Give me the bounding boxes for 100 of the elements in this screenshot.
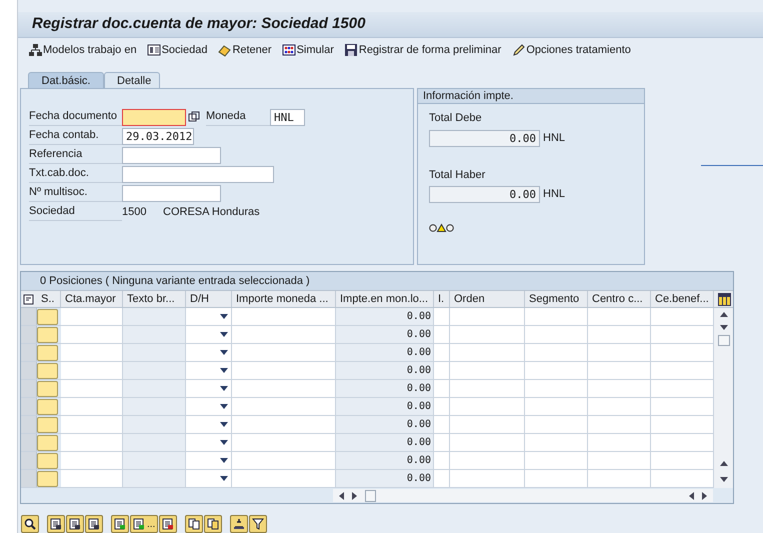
status-cell[interactable] <box>37 344 58 360</box>
status-cell[interactable] <box>37 434 58 450</box>
status-cell[interactable] <box>37 470 58 486</box>
column-header[interactable]: Orden <box>450 291 525 307</box>
table-cell[interactable] <box>588 416 651 433</box>
table-cell[interactable] <box>61 362 123 379</box>
input-field[interactable] <box>122 184 221 202</box>
dropdown-cell[interactable] <box>186 398 232 415</box>
table-cell[interactable] <box>61 344 123 361</box>
table-cell[interactable] <box>232 434 336 451</box>
table-cell[interactable] <box>61 308 123 325</box>
table-cell[interactable] <box>588 344 651 361</box>
table-cell[interactable] <box>450 398 525 415</box>
table-cell[interactable] <box>450 380 525 397</box>
toolbar-button[interactable]: Opciones tratamiento <box>511 42 631 58</box>
table-cell[interactable] <box>525 452 588 469</box>
table-cell[interactable] <box>232 380 336 397</box>
input-field[interactable]: 0.00 <box>429 186 540 203</box>
column-header[interactable]: I. <box>434 291 450 307</box>
table-cell[interactable] <box>651 470 714 487</box>
table-cell[interactable] <box>450 362 525 379</box>
table-cell[interactable] <box>588 398 651 415</box>
table-cell[interactable] <box>651 362 714 379</box>
toolbar-button[interactable]: Retener <box>217 42 272 58</box>
scroll-thumb[interactable] <box>365 490 376 502</box>
toolbar-button[interactable] <box>159 515 178 533</box>
table-cell[interactable] <box>434 452 450 469</box>
table-cell[interactable] <box>61 380 123 397</box>
scroll-up-icon[interactable] <box>720 461 728 466</box>
table-cell[interactable] <box>434 470 450 487</box>
input-field[interactable]: HNL <box>270 108 305 126</box>
column-header[interactable]: Segmento <box>525 291 588 307</box>
dropdown-cell[interactable] <box>186 380 232 397</box>
table-cell[interactable] <box>588 326 651 343</box>
scroll-left-icon[interactable] <box>339 492 344 500</box>
table-cell[interactable] <box>450 470 525 487</box>
column-header[interactable]: D/H <box>186 291 232 307</box>
table-cell[interactable] <box>651 308 714 325</box>
dropdown-cell[interactable] <box>186 434 232 451</box>
row-selector[interactable] <box>21 416 37 433</box>
toolbar-button[interactable] <box>47 515 65 533</box>
table-cell[interactable] <box>434 398 450 415</box>
table-cell[interactable] <box>651 416 714 433</box>
table-cell[interactable] <box>588 434 651 451</box>
row-selector[interactable] <box>21 362 37 379</box>
column-header[interactable]: Centro c... <box>588 291 651 307</box>
table-cell[interactable] <box>651 380 714 397</box>
status-cell[interactable] <box>37 362 58 378</box>
toolbar-button[interactable] <box>249 515 268 533</box>
table-cell[interactable] <box>450 344 525 361</box>
toolbar-button[interactable]: ... <box>130 515 158 533</box>
row-selector[interactable] <box>21 344 37 361</box>
table-cell[interactable] <box>588 380 651 397</box>
table-cell[interactable] <box>525 434 588 451</box>
table-cell[interactable] <box>525 470 588 487</box>
dropdown-cell[interactable] <box>186 470 232 487</box>
table-cell[interactable] <box>525 380 588 397</box>
table-cell[interactable] <box>450 416 525 433</box>
table-cell[interactable] <box>232 416 336 433</box>
scroll-right-icon[interactable] <box>702 492 707 500</box>
table-cell[interactable] <box>450 452 525 469</box>
row-selector[interactable] <box>21 398 37 415</box>
column-header[interactable]: Ce.benef... <box>651 291 714 307</box>
table-cell[interactable] <box>588 362 651 379</box>
row-selector[interactable] <box>21 326 37 343</box>
table-cell[interactable] <box>434 416 450 433</box>
row-selector[interactable] <box>21 452 37 469</box>
scroll-up-icon[interactable] <box>720 312 728 317</box>
table-cell[interactable] <box>651 326 714 343</box>
tab[interactable]: Dat.básic. <box>28 72 104 88</box>
status-cell[interactable] <box>37 452 58 468</box>
input-field[interactable] <box>122 146 221 164</box>
status-cell[interactable] <box>37 416 58 432</box>
status-cell[interactable] <box>37 398 58 414</box>
dropdown-cell[interactable] <box>186 308 232 325</box>
table-cell[interactable] <box>651 398 714 415</box>
table-cell[interactable] <box>232 470 336 487</box>
table-cell[interactable] <box>232 452 336 469</box>
status-cell[interactable] <box>37 308 58 324</box>
toolbar-button[interactable] <box>21 515 39 533</box>
table-cell[interactable] <box>588 470 651 487</box>
table-cell[interactable] <box>450 326 525 343</box>
table-cell[interactable] <box>588 452 651 469</box>
toolbar-button[interactable] <box>204 515 222 533</box>
tab[interactable]: Detalle <box>104 72 160 88</box>
status-cell[interactable] <box>37 326 58 342</box>
toolbar-button[interactable]: Modelos trabajo en <box>28 42 137 58</box>
table-cell[interactable] <box>61 398 123 415</box>
table-cell[interactable] <box>525 398 588 415</box>
table-cell[interactable] <box>450 434 525 451</box>
table-cell[interactable] <box>651 452 714 469</box>
toolbar-button[interactable]: Sociedad <box>146 42 208 58</box>
table-cell[interactable] <box>232 362 336 379</box>
toolbar-button[interactable]: Simular <box>282 42 334 58</box>
column-header[interactable]: Cta.mayor <box>61 291 123 307</box>
table-cell[interactable] <box>434 344 450 361</box>
table-cell[interactable] <box>525 416 588 433</box>
table-cell[interactable] <box>232 308 336 325</box>
table-cell[interactable] <box>61 416 123 433</box>
table-cell[interactable] <box>525 308 588 325</box>
